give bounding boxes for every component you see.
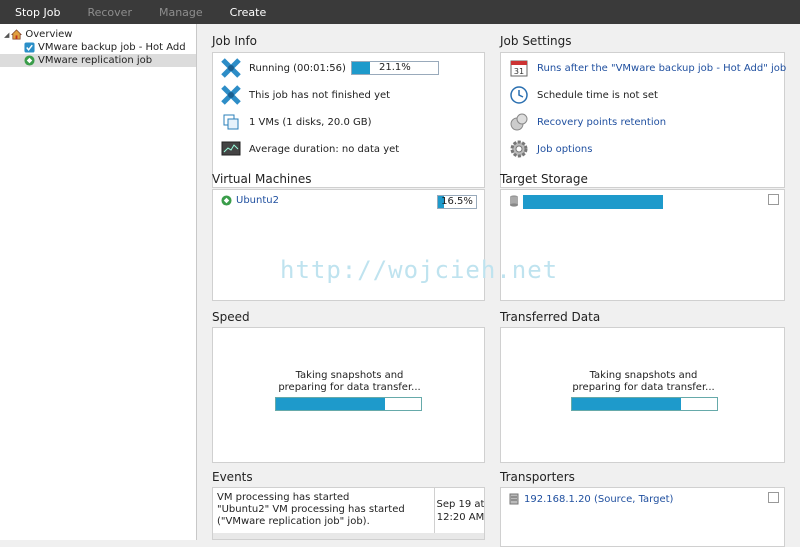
job-duration-row: Average duration: no data yet [221,139,399,159]
event-line1: VM processing has started [217,492,350,503]
event-row-next[interactable] [213,533,484,539]
storage-usage-bar [523,195,663,209]
transferred-title: Transferred Data [500,310,601,324]
events-title: Events [212,470,253,484]
svg-text:31: 31 [514,67,524,76]
event-time: 12:20 AM [436,512,485,523]
transferred-progress-fill [572,398,681,410]
transferred-progress-bar [571,397,718,411]
vms-title: Virtual Machines [212,172,312,186]
tree-item-label: Overview [25,29,73,40]
schedule-text: Schedule time is not set [537,89,658,101]
speed-progress-fill [276,398,385,410]
recovery-points-link[interactable]: Recovery points retention [537,117,666,128]
tree-item-label: VMware backup job - Hot Add [38,42,186,53]
job-info-panel: Running (00:01:56) 21.1% This job has no… [212,52,485,188]
job-status-row: Running (00:01:56) 21.1% [221,58,439,78]
speed-panel: Taking snapshots and preparing for data … [212,327,485,463]
navigation-tree: ◢ Overview VMware backup job - Hot Add V… [0,24,197,540]
restore-points-icon [510,113,528,131]
job-not-finished-text: This job has not finished yet [249,89,391,101]
transferred-message-line1: Taking snapshots and [589,370,698,381]
job-running-icon [221,85,241,105]
target-storage-panel [500,189,785,301]
job-progress-text: 21.1% [378,62,411,73]
transporter-checkbox[interactable] [768,492,779,503]
monitor-graph-icon [221,141,241,156]
tree-item-label: VMware replication job [38,55,153,66]
transferred-panel: Taking snapshots and preparing for data … [500,327,785,463]
job-settings-title: Job Settings [500,34,572,48]
job-progress-bar: 21.1% [350,61,439,75]
event-line3: ("VMware replication job" job). [217,516,370,527]
job-vms-text: 1 VMs (1 disks, 20.0 GB) [249,116,372,128]
transferred-message-line2: preparing for data transfer... [572,382,715,393]
tree-item-backup-job[interactable]: VMware backup job - Hot Add [0,41,196,54]
events-table: VM processing has started "Ubuntu2" VM p… [212,487,485,540]
expand-arrow-icon[interactable]: ◢ [4,31,9,39]
storage-checkbox[interactable] [768,194,779,205]
event-date: Sep 19 at [436,499,485,510]
vm-icon [223,114,239,130]
transporters-panel: 192.168.1.20 (Source, Target) [500,487,785,547]
transferred-message: Taking snapshots and preparing for data … [501,370,786,394]
runs-after-link[interactable]: Runs after the "VMware backup job - Hot … [537,63,786,74]
vm-progress-text: 16.5% [441,196,473,207]
recover-button[interactable]: Recover [87,6,132,19]
settings-options-row: Job options [509,139,592,159]
job-running-icon [221,58,241,78]
transporter-row: 192.168.1.20 (Source, Target) [509,493,673,505]
event-message[interactable]: VM processing has started "Ubuntu2" VM p… [217,492,432,528]
settings-schedule-row: Schedule time is not set [509,85,658,105]
toolbar: Stop Job Recover Manage Create [0,0,800,24]
job-vms-row: 1 VMs (1 disks, 20.0 GB) [221,112,372,132]
event-line2: "Ubuntu2" VM processing has started [217,504,405,515]
job-options-link[interactable]: Job options [537,144,592,155]
database-icon [510,195,518,207]
job-finish-row: This job has not finished yet [221,85,390,105]
job-info-title: Job Info [212,34,258,48]
settings-retention-row: Recovery points retention [509,112,666,132]
speed-message-line1: Taking snapshots and [295,370,404,381]
vm-row[interactable]: Ubuntu2 [221,195,279,206]
watermark: http://wojcieh.net [280,256,559,284]
vm-name-link[interactable]: Ubuntu2 [236,195,279,206]
vms-panel: Ubuntu2 16.5% [212,189,485,301]
target-storage-title: Target Storage [500,172,588,186]
running-job-icon [24,55,35,66]
vm-progress-bar: 16.5% [437,195,477,209]
stop-job-button[interactable]: Stop Job [15,6,60,19]
tree-item-overview[interactable]: ◢ Overview [0,28,196,41]
clock-icon [510,86,528,104]
job-settings-panel: 31 Runs after the "VMware backup job - H… [500,52,786,188]
vm-running-icon [221,195,232,206]
server-icon [509,493,519,505]
gear-icon [510,140,528,158]
job-running-text: Running (00:01:56) [249,62,346,74]
transporter-link[interactable]: 192.168.1.20 (Source, Target) [524,494,673,505]
speed-progress-bar [275,397,422,411]
transporters-title: Transporters [500,470,575,484]
home-icon [11,29,23,40]
checkmark-icon [24,42,35,53]
settings-runs-after-row: 31 Runs after the "VMware backup job - H… [509,58,786,78]
tree-item-replication-job[interactable]: VMware replication job [0,54,196,67]
create-button[interactable]: Create [230,6,267,19]
speed-message: Taking snapshots and preparing for data … [213,370,486,394]
job-duration-text: Average duration: no data yet [249,143,400,155]
calendar-icon: 31 [510,60,528,77]
speed-message-line2: preparing for data transfer... [278,382,421,393]
manage-button[interactable]: Manage [159,6,203,19]
speed-title: Speed [212,310,250,324]
